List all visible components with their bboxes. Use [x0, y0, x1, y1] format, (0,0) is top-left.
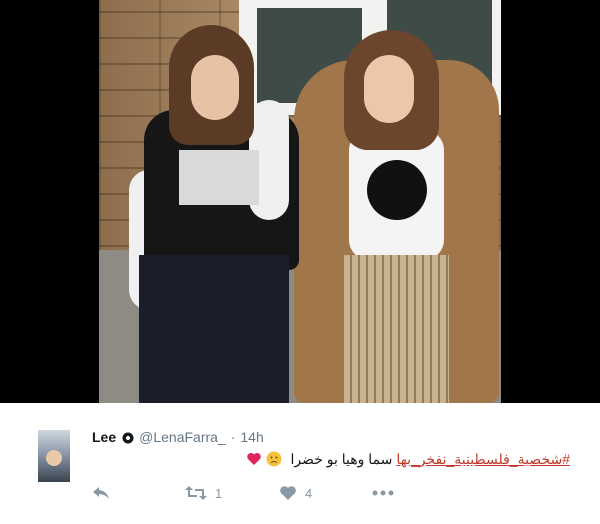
reply-icon — [92, 486, 110, 500]
user-handle[interactable]: @LenaFarra_ — [139, 429, 226, 445]
red-heart-emoji — [246, 451, 262, 467]
retweet-button[interactable]: 1 — [185, 486, 279, 501]
photo-striped-trousers — [139, 255, 289, 403]
avatar[interactable] — [38, 430, 70, 482]
like-count: 4 — [305, 485, 313, 501]
tweet-photo[interactable] — [99, 0, 501, 403]
tweet-card: Lee @LenaFarra_ · 14h #شخصية_فلسطينية_نف… — [0, 403, 600, 524]
reply-button[interactable] — [92, 486, 185, 500]
tweet-text-body: سما وهيا بو خضرا — [290, 450, 393, 467]
hashtag-link[interactable]: #شخصية_فلسطينية_نفخر_بها — [396, 451, 570, 468]
more-button[interactable] — [372, 490, 394, 496]
meta-separator: · — [230, 429, 236, 445]
photo-biohazard-print — [367, 160, 427, 220]
tweet-text: #شخصية_فلسطينية_نفخر_بها سما وهيا بو خضر… — [246, 447, 570, 471]
like-button[interactable]: 4 — [279, 485, 372, 501]
tweet-header: Lee @LenaFarra_ · 14h — [92, 427, 264, 447]
photo-tshirt-print — [179, 150, 259, 205]
display-name[interactable]: Lee — [92, 429, 116, 445]
photo-face — [364, 55, 414, 123]
retweet-icon — [185, 486, 207, 500]
media-viewer — [0, 0, 600, 403]
photo-face — [191, 55, 239, 120]
heart-icon — [279, 485, 297, 501]
slightly-frowning-face-emoji — [266, 451, 282, 467]
more-dots-icon — [372, 490, 394, 496]
retweet-count: 1 — [215, 485, 223, 501]
tweet-actions: 1 4 — [92, 483, 394, 503]
gear-badge-icon — [122, 431, 134, 444]
tweet-timestamp[interactable]: 14h — [240, 429, 263, 445]
photo-plaid-trousers — [344, 255, 449, 403]
